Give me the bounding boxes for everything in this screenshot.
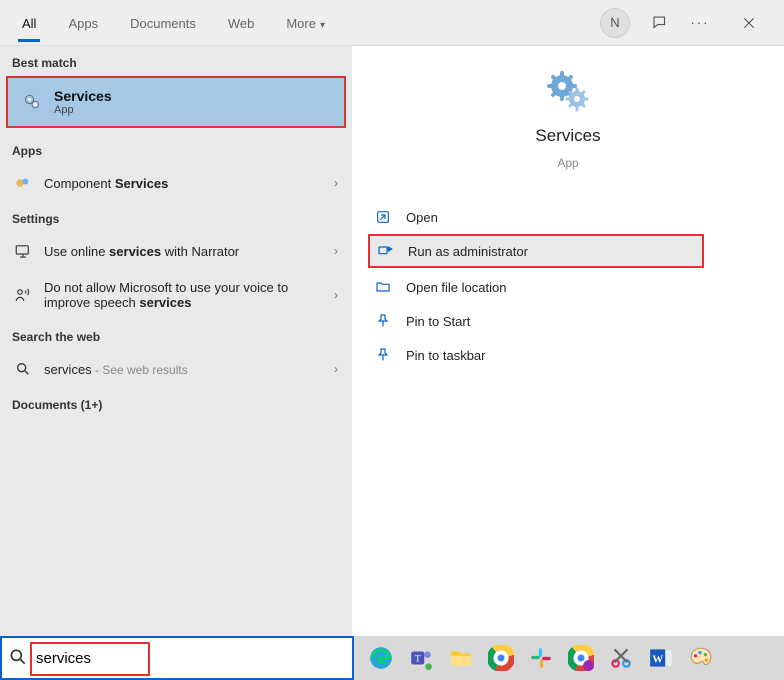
tab-all[interactable]: All bbox=[8, 4, 50, 41]
web-result-services[interactable]: services - See web results › bbox=[0, 350, 352, 388]
services-gear-icon bbox=[22, 92, 42, 112]
search-icon bbox=[8, 647, 30, 669]
pin-icon bbox=[374, 346, 392, 364]
results-panel: Best match Services App Apps Component S… bbox=[0, 46, 352, 680]
search-tabs: All Apps Documents Web More▾ bbox=[8, 4, 339, 41]
taskbar-icon-slack[interactable] bbox=[526, 643, 556, 673]
web-result-label: services - See web results bbox=[44, 362, 322, 377]
taskbar-search-box[interactable] bbox=[0, 636, 354, 680]
action-open-file-location[interactable]: Open file location bbox=[352, 270, 784, 304]
tab-apps[interactable]: Apps bbox=[54, 4, 112, 41]
taskbar-icon-snip[interactable] bbox=[606, 643, 636, 673]
settings-result-narrator[interactable]: Use online services with Narrator › bbox=[0, 232, 352, 270]
feedback-icon[interactable] bbox=[650, 13, 670, 33]
monitor-icon bbox=[14, 242, 32, 260]
close-button[interactable] bbox=[730, 4, 768, 42]
svg-text:T: T bbox=[415, 653, 421, 664]
best-match-title: Services bbox=[54, 88, 112, 104]
taskbar-icon-edge[interactable] bbox=[366, 643, 396, 673]
action-open[interactable]: Open bbox=[352, 200, 784, 234]
apps-result-label: Component Services bbox=[44, 176, 322, 191]
taskbar-icon-chrome[interactable] bbox=[486, 643, 516, 673]
svg-text:W: W bbox=[652, 653, 663, 665]
preview-subtitle: App bbox=[557, 156, 578, 170]
apps-section-label: Apps bbox=[0, 134, 352, 164]
chevron-right-icon: › bbox=[334, 288, 338, 302]
user-avatar[interactable]: N bbox=[600, 8, 630, 38]
search-tabs-bar: All Apps Documents Web More▾ N ··· bbox=[0, 0, 784, 46]
tab-more[interactable]: More▾ bbox=[272, 4, 339, 41]
settings-result-label: Use online services with Narrator bbox=[44, 244, 322, 259]
component-services-icon bbox=[14, 174, 32, 192]
action-pin-to-taskbar[interactable]: Pin to taskbar bbox=[352, 338, 784, 372]
tab-web[interactable]: Web bbox=[214, 4, 269, 41]
taskbar-icon-chrome-profile[interactable] bbox=[566, 643, 596, 673]
preview-panel: Services App Open Run as administrator bbox=[352, 46, 784, 680]
open-icon bbox=[374, 208, 392, 226]
chevron-right-icon: › bbox=[334, 176, 338, 190]
search-input[interactable] bbox=[36, 650, 346, 667]
action-pin-to-start[interactable]: Pin to Start bbox=[352, 304, 784, 338]
chevron-down-icon: ▾ bbox=[320, 20, 325, 31]
settings-result-speech[interactable]: Do not allow Microsoft to use your voice… bbox=[0, 270, 352, 320]
best-match-subtitle: App bbox=[54, 104, 112, 116]
folder-location-icon bbox=[374, 278, 392, 296]
pin-icon bbox=[374, 312, 392, 330]
chevron-right-icon: › bbox=[334, 244, 338, 258]
action-run-as-administrator[interactable]: Run as administrator bbox=[368, 234, 704, 268]
settings-result-label: Do not allow Microsoft to use your voice… bbox=[44, 280, 322, 310]
taskbar: T W bbox=[0, 636, 784, 680]
search-icon bbox=[14, 360, 32, 378]
taskbar-icon-paint[interactable] bbox=[686, 643, 716, 673]
shield-admin-icon bbox=[376, 242, 394, 260]
taskbar-icon-word[interactable]: W bbox=[646, 643, 676, 673]
taskbar-icon-file-explorer[interactable] bbox=[446, 643, 476, 673]
taskbar-icon-teams[interactable]: T bbox=[406, 643, 436, 673]
tab-documents[interactable]: Documents bbox=[116, 4, 210, 41]
services-app-icon bbox=[544, 68, 592, 116]
settings-section-label: Settings bbox=[0, 202, 352, 232]
documents-section-label: Documents (1+) bbox=[0, 388, 352, 418]
web-section-label: Search the web bbox=[0, 320, 352, 350]
preview-title: Services bbox=[535, 126, 600, 146]
taskbar-tray: T W bbox=[354, 636, 784, 680]
best-match-result[interactable]: Services App bbox=[6, 76, 346, 128]
chevron-right-icon: › bbox=[334, 362, 338, 376]
person-speech-icon bbox=[14, 286, 32, 304]
best-match-label: Best match bbox=[0, 46, 352, 76]
more-options-icon[interactable]: ··· bbox=[690, 13, 710, 33]
apps-result-component-services[interactable]: Component Services › bbox=[0, 164, 352, 202]
